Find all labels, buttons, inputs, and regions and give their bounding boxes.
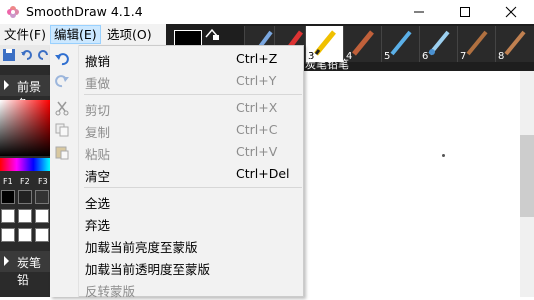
selected-brush-label: 炭笔铅笔 [305,58,349,71]
swatch-white-6[interactable] [35,228,49,242]
menu-item-undo[interactable]: 撤销 Ctrl+Z [78,48,304,70]
redo-toolbar-icon[interactable] [36,48,50,62]
close-icon [505,6,517,18]
flower-app-icon [7,6,19,18]
maximize-button[interactable] [442,0,488,24]
undo-toolbar-icon[interactable] [20,48,34,62]
fkey-labels: F1 F2 F3 [3,177,48,186]
menu-item-redo[interactable]: 重做 Ctrl+Y [78,70,304,92]
menu-edit[interactable]: 编辑(E) [50,25,101,44]
save-icon[interactable] [2,48,16,62]
copy-icon [55,123,69,137]
window-title: SmoothDraw 4.1.4 [26,4,143,19]
swatch-f1[interactable] [1,190,15,204]
menu-item-load-brightness-mask[interactable]: 加载当前亮度至蒙版 [78,234,304,256]
brush-panel-header[interactable]: 炭笔铅 [0,251,50,287]
minimize-icon [414,11,424,13]
cut-icon [55,101,69,116]
brush-slot-8[interactable]: 8 [495,26,534,62]
menu-item-paste[interactable]: 粘贴 Ctrl+V [78,141,304,163]
quick-toolbar [0,45,50,65]
menu-item-load-transparency-mask[interactable]: 加载当前透明度至蒙版 [78,256,304,278]
drawing-canvas[interactable] [305,71,520,297]
airbrush-icon [390,30,412,56]
maximize-icon [460,7,470,17]
menu-separator [84,94,302,95]
menu-item-copy[interactable]: 复制 Ctrl+C [78,119,304,141]
spray-icon [428,30,450,56]
brush-slot-5[interactable]: 5 [381,26,420,62]
brush-cursor-dot [442,154,445,157]
swatch-white-5[interactable] [18,228,32,242]
watercolor-brush-icon [466,30,488,56]
color-picker-area[interactable] [0,100,50,156]
paste-icon [55,146,69,160]
menu-options[interactable]: 选项(O) [104,26,155,43]
menu-file[interactable]: 文件(F) [1,26,49,43]
menu-item-clear[interactable]: 清空 Ctrl+Del [78,163,304,185]
crayon-icon [352,30,374,56]
charcoal-pencil-icon [314,30,336,56]
brush-slot-7[interactable]: 7 [457,26,496,62]
swap-colors-icon[interactable] [204,27,220,41]
colors-panel-header[interactable]: 前景色 [0,75,50,111]
menu-item-deselect[interactable]: 弃选 [78,212,304,234]
menu-bar: 文件(F) 编辑(E) 选项(O) [0,24,176,45]
swatch-white-3[interactable] [35,209,49,223]
close-button[interactable] [488,0,534,24]
scrollbar-thumb[interactable] [520,135,534,217]
minimize-button[interactable] [396,0,442,24]
title-bar: SmoothDraw 4.1.4 [0,0,534,24]
swatch-white-2[interactable] [18,209,32,223]
hue-slider[interactable] [0,158,50,171]
swatch-white-4[interactable] [1,228,15,242]
undo-icon [55,53,69,66]
brush-slot-6[interactable]: 6 [419,26,458,62]
menu-separator [84,187,302,188]
redo-icon [55,75,69,88]
collapse-triangle-icon [4,80,9,90]
menu-item-select-all[interactable]: 全选 [78,190,304,212]
swatch-f2[interactable] [18,190,32,204]
swatch-white-1[interactable] [1,209,15,223]
swatch-f3[interactable] [35,190,49,204]
menu-item-cut[interactable]: 剪切 Ctrl+X [78,97,304,119]
paint-brush-icon [504,30,526,56]
collapse-triangle-icon [4,256,9,266]
